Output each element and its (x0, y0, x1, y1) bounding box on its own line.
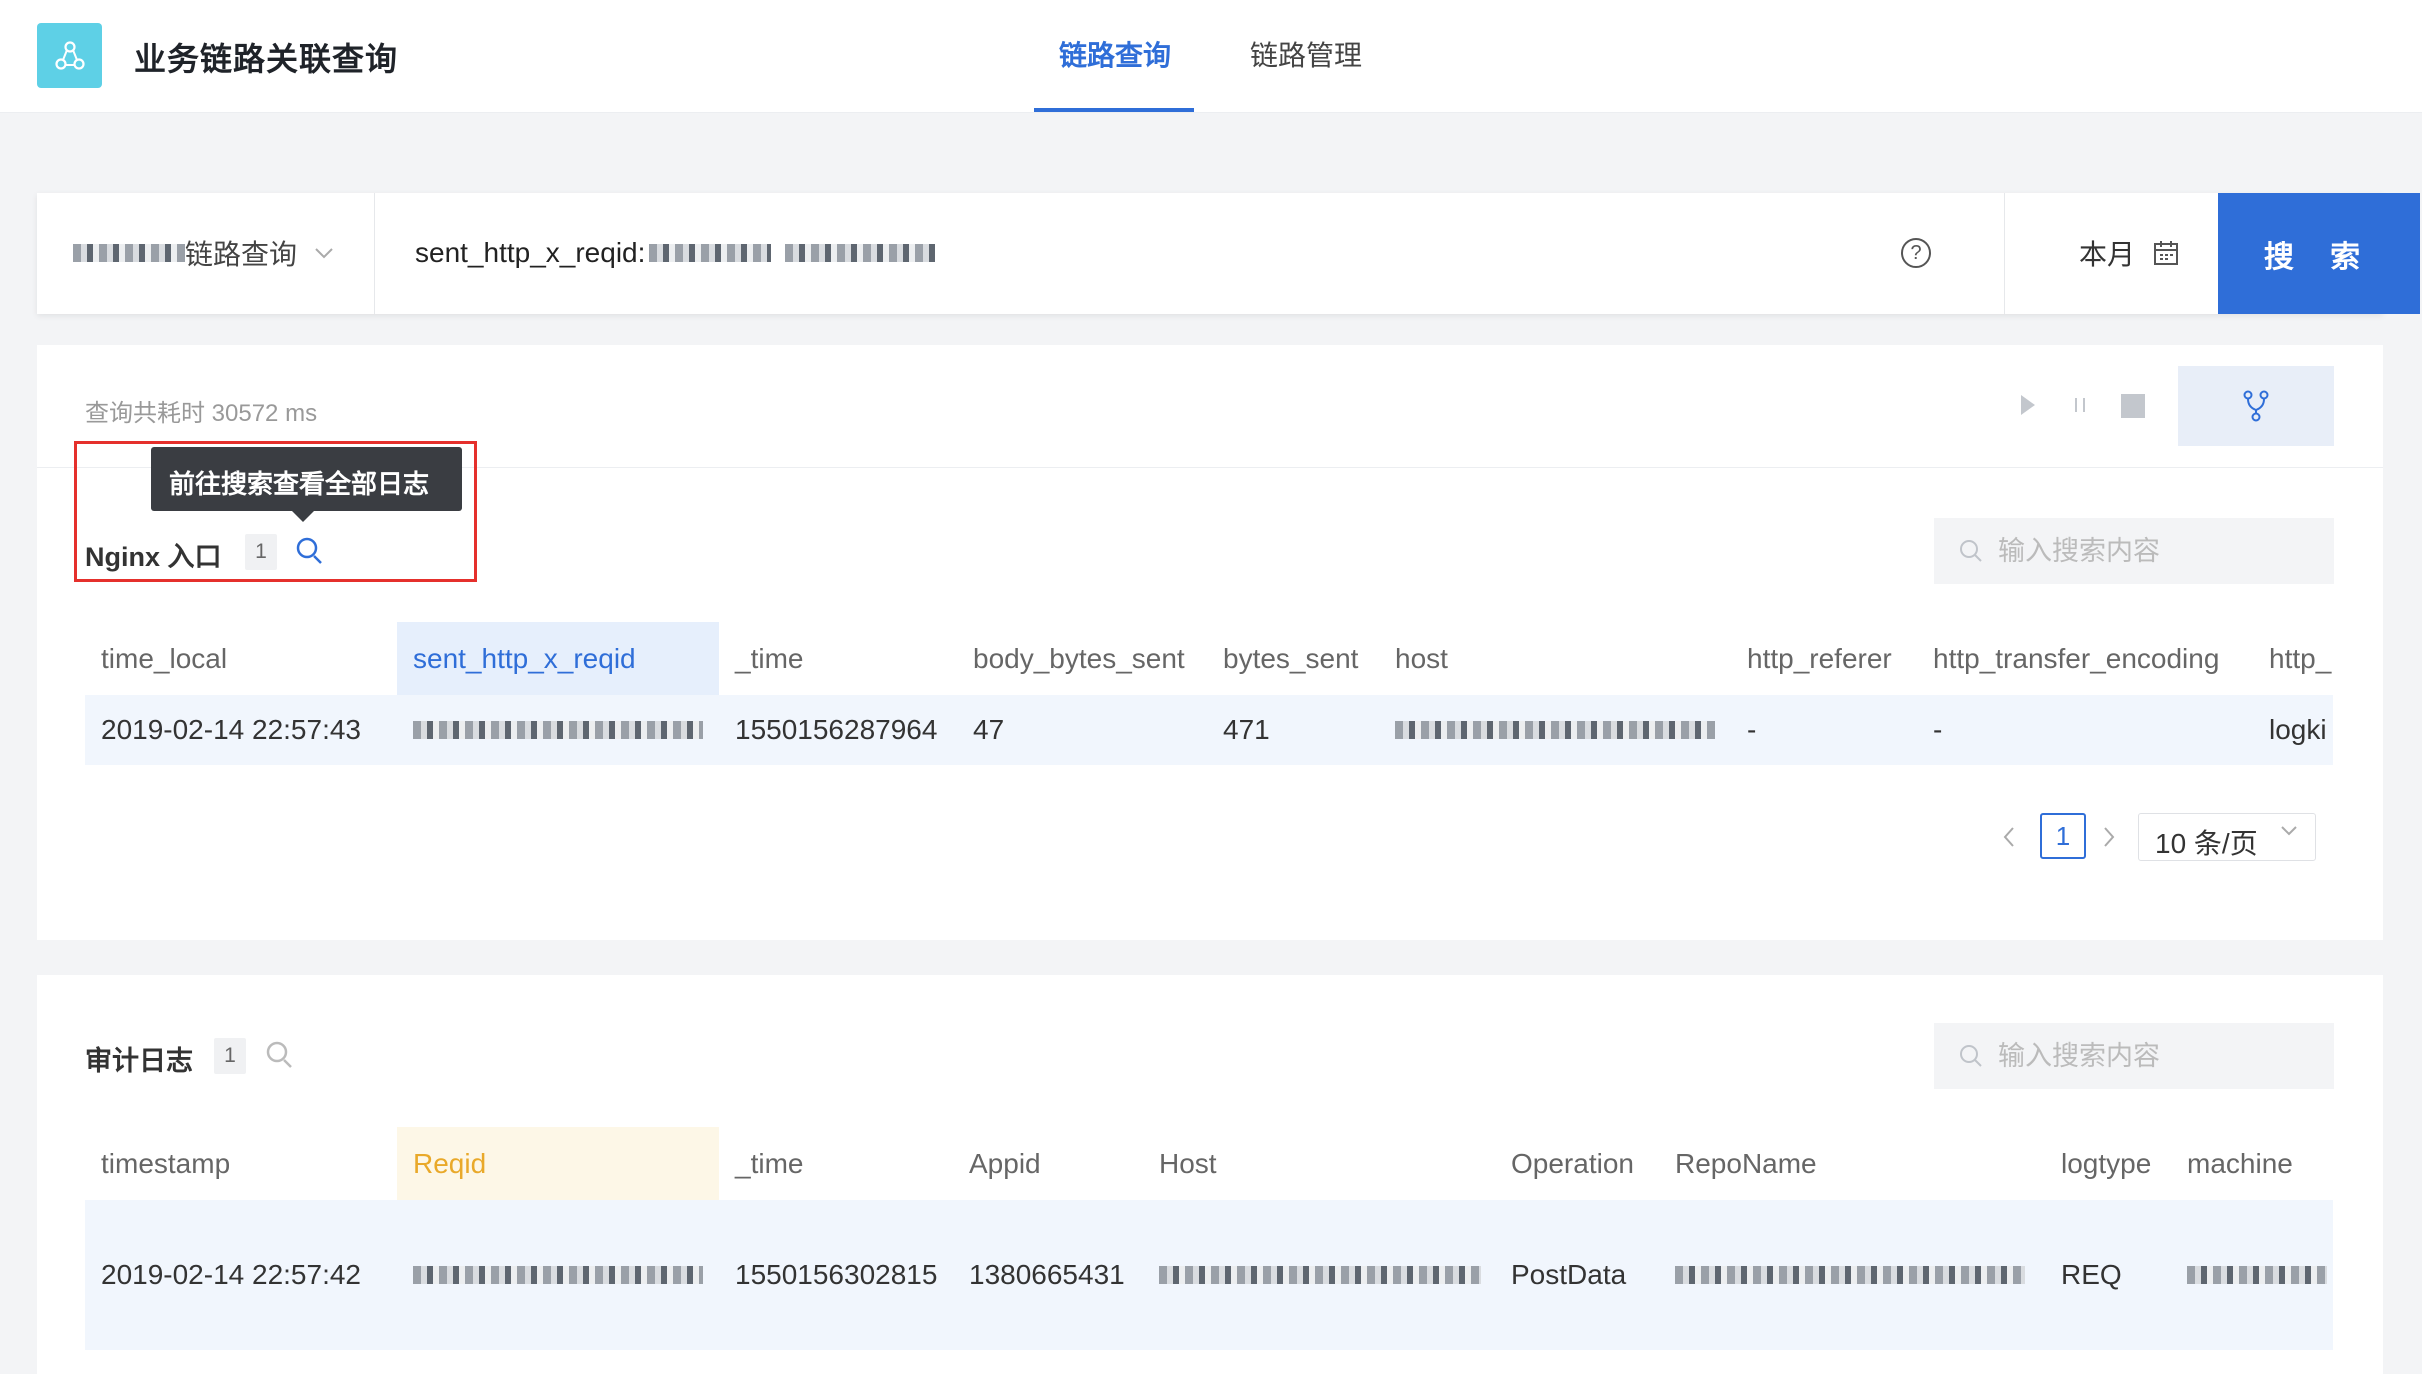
cell-timestamp: 2019-02-14 22:57:42 (85, 1200, 397, 1350)
column-header[interactable]: machine (2171, 1127, 2333, 1200)
redacted-text (413, 721, 703, 739)
redacted-text (413, 1266, 703, 1284)
page-size-label: 10 条/页 (2155, 828, 2258, 859)
elapsed-time: 查询共耗时 30572 ms (85, 400, 318, 427)
chevron-left-icon[interactable] (2000, 825, 2018, 849)
top-navigation-bar: 业务链路关联查询 链路查询 链路管理 (0, 0, 2422, 113)
column-header-highlighted[interactable]: Reqid (397, 1127, 719, 1200)
column-header-highlighted[interactable]: sent_http_x_reqid (397, 622, 719, 695)
column-header[interactable]: body_bytes_sent (957, 622, 1207, 695)
column-header[interactable]: host (1379, 622, 1731, 695)
redacted-text (1159, 1266, 1481, 1284)
search-button[interactable]: 搜 索 (2218, 193, 2420, 314)
search-icon[interactable] (264, 1039, 294, 1071)
cell-reqid-redacted (397, 1200, 719, 1350)
nodes-link-icon (54, 40, 85, 70)
app-logo (37, 23, 102, 88)
cell-logtype: REQ (2045, 1200, 2171, 1350)
cell-time-local: 2019-02-14 22:57:43 (85, 695, 397, 765)
topology-view-button[interactable] (2178, 366, 2334, 446)
chevron-right-icon[interactable] (2100, 825, 2118, 849)
cell-http-transfer-encoding: - (1917, 695, 2253, 765)
cell-bytes-sent: 471 (1207, 695, 1379, 765)
redacted-text (1395, 721, 1715, 739)
chevron-down-icon (2281, 826, 2297, 836)
column-header[interactable]: http_ (2253, 622, 2333, 695)
calendar-icon (2154, 241, 2179, 265)
page-size-select[interactable]: 10 条/页 (2138, 813, 2316, 861)
table-row[interactable]: 2019-02-14 22:57:42 1550156302815 138066… (85, 1200, 2333, 1350)
search-bar: 链路查询 sent_http_x_reqid: ? 本月 搜 索 (37, 193, 2420, 314)
nginx-search-field[interactable] (1998, 535, 2318, 567)
link-type-select[interactable]: 链路查询 (73, 233, 335, 273)
cell-host-redacted (1379, 695, 1731, 765)
tab-link-management[interactable]: 链路管理 (1250, 34, 1362, 74)
column-header[interactable]: time_local (85, 622, 397, 695)
audit-log-table: timestamp Reqid _time Appid Host Operati… (85, 1127, 2333, 1350)
search-icon (1960, 540, 1982, 562)
audit-log-panel: 审计日志 1 timestamp Reqid _time Appid Host … (37, 975, 2383, 1374)
redacted-text (1675, 1266, 2025, 1284)
cell-time: 1550156287964 (719, 695, 957, 765)
nginx-filter-input[interactable] (1934, 518, 2334, 584)
search-icon[interactable] (294, 535, 324, 567)
date-range-picker[interactable]: 本月 (2079, 233, 2179, 273)
table-header-row: time_local sent_http_x_reqid _time body_… (85, 622, 2333, 695)
branch-icon (2243, 390, 2269, 422)
app-title: 业务链路关联查询 (134, 41, 399, 77)
redacted-text (785, 244, 936, 262)
active-tab-indicator (1034, 108, 1194, 112)
date-range-label: 本月 (2079, 239, 2136, 270)
cell-host-redacted (1143, 1200, 1495, 1350)
cell-machine-redacted (2171, 1200, 2333, 1350)
audit-filter-input[interactable] (1934, 1023, 2334, 1089)
column-header[interactable]: http_referer (1731, 622, 1917, 695)
column-header[interactable]: bytes_sent (1207, 622, 1379, 695)
query-prefix: sent_http_x_reqid: (415, 237, 646, 268)
cell-reponame-redacted (1659, 1200, 2045, 1350)
pause-icon[interactable] (2071, 393, 2089, 417)
count-badge: 1 (245, 534, 277, 570)
divider (374, 193, 375, 314)
result-panel: 查询共耗时 30572 ms 前往搜索查看全部日志 Nginx 入口 1 输入搜… (37, 345, 2383, 940)
table-row[interactable]: 2019-02-14 22:57:43 1550156287964 47 471… (85, 695, 2333, 765)
audit-search-field[interactable] (1998, 1040, 2318, 1072)
column-header[interactable]: Host (1143, 1127, 1495, 1200)
column-header[interactable]: _time (719, 1127, 953, 1200)
divider (2004, 193, 2005, 314)
column-header[interactable]: logtype (2045, 1127, 2171, 1200)
column-header[interactable]: _time (719, 622, 957, 695)
chevron-down-icon (315, 248, 333, 259)
column-header[interactable]: RepoName (1659, 1127, 2045, 1200)
tab-link-query[interactable]: 链路查询 (1059, 34, 1171, 74)
nginx-section-title: Nginx 入口 (85, 542, 222, 572)
cell-time: 1550156302815 (719, 1200, 953, 1350)
tooltip-arrow (292, 511, 314, 522)
cell-reqid-redacted (397, 695, 719, 765)
play-icon[interactable] (2018, 393, 2038, 417)
link-type-label: 链路查询 (185, 239, 298, 270)
count-badge: 1 (214, 1038, 246, 1074)
nginx-log-table: time_local sent_http_x_reqid _time body_… (85, 622, 2333, 765)
column-header[interactable]: Operation (1495, 1127, 1659, 1200)
cell-operation: PostData (1495, 1200, 1659, 1350)
column-header[interactable]: http_transfer_encoding (1917, 622, 2253, 695)
redacted-text (649, 244, 772, 262)
search-icon (1960, 1045, 1982, 1067)
tooltip: 前往搜索查看全部日志 (151, 447, 462, 511)
cell-appid: 1380665431 (953, 1200, 1143, 1350)
help-icon[interactable]: ? (1901, 238, 1931, 268)
page-1-button[interactable]: 1 (2040, 813, 2086, 859)
audit-section-title: 审计日志 (85, 1046, 193, 1076)
column-header[interactable]: Appid (953, 1127, 1143, 1200)
table-header-row: timestamp Reqid _time Appid Host Operati… (85, 1127, 2333, 1200)
stop-icon[interactable] (2120, 393, 2146, 419)
cell-http-truncated: logki (2253, 695, 2333, 765)
column-header[interactable]: timestamp (85, 1127, 397, 1200)
query-input[interactable]: sent_http_x_reqid: (415, 237, 936, 269)
redacted-text (2187, 1266, 2327, 1284)
cell-http-referer: - (1731, 695, 1917, 765)
redacted-text (73, 244, 185, 262)
cell-body-bytes-sent: 47 (957, 695, 1207, 765)
